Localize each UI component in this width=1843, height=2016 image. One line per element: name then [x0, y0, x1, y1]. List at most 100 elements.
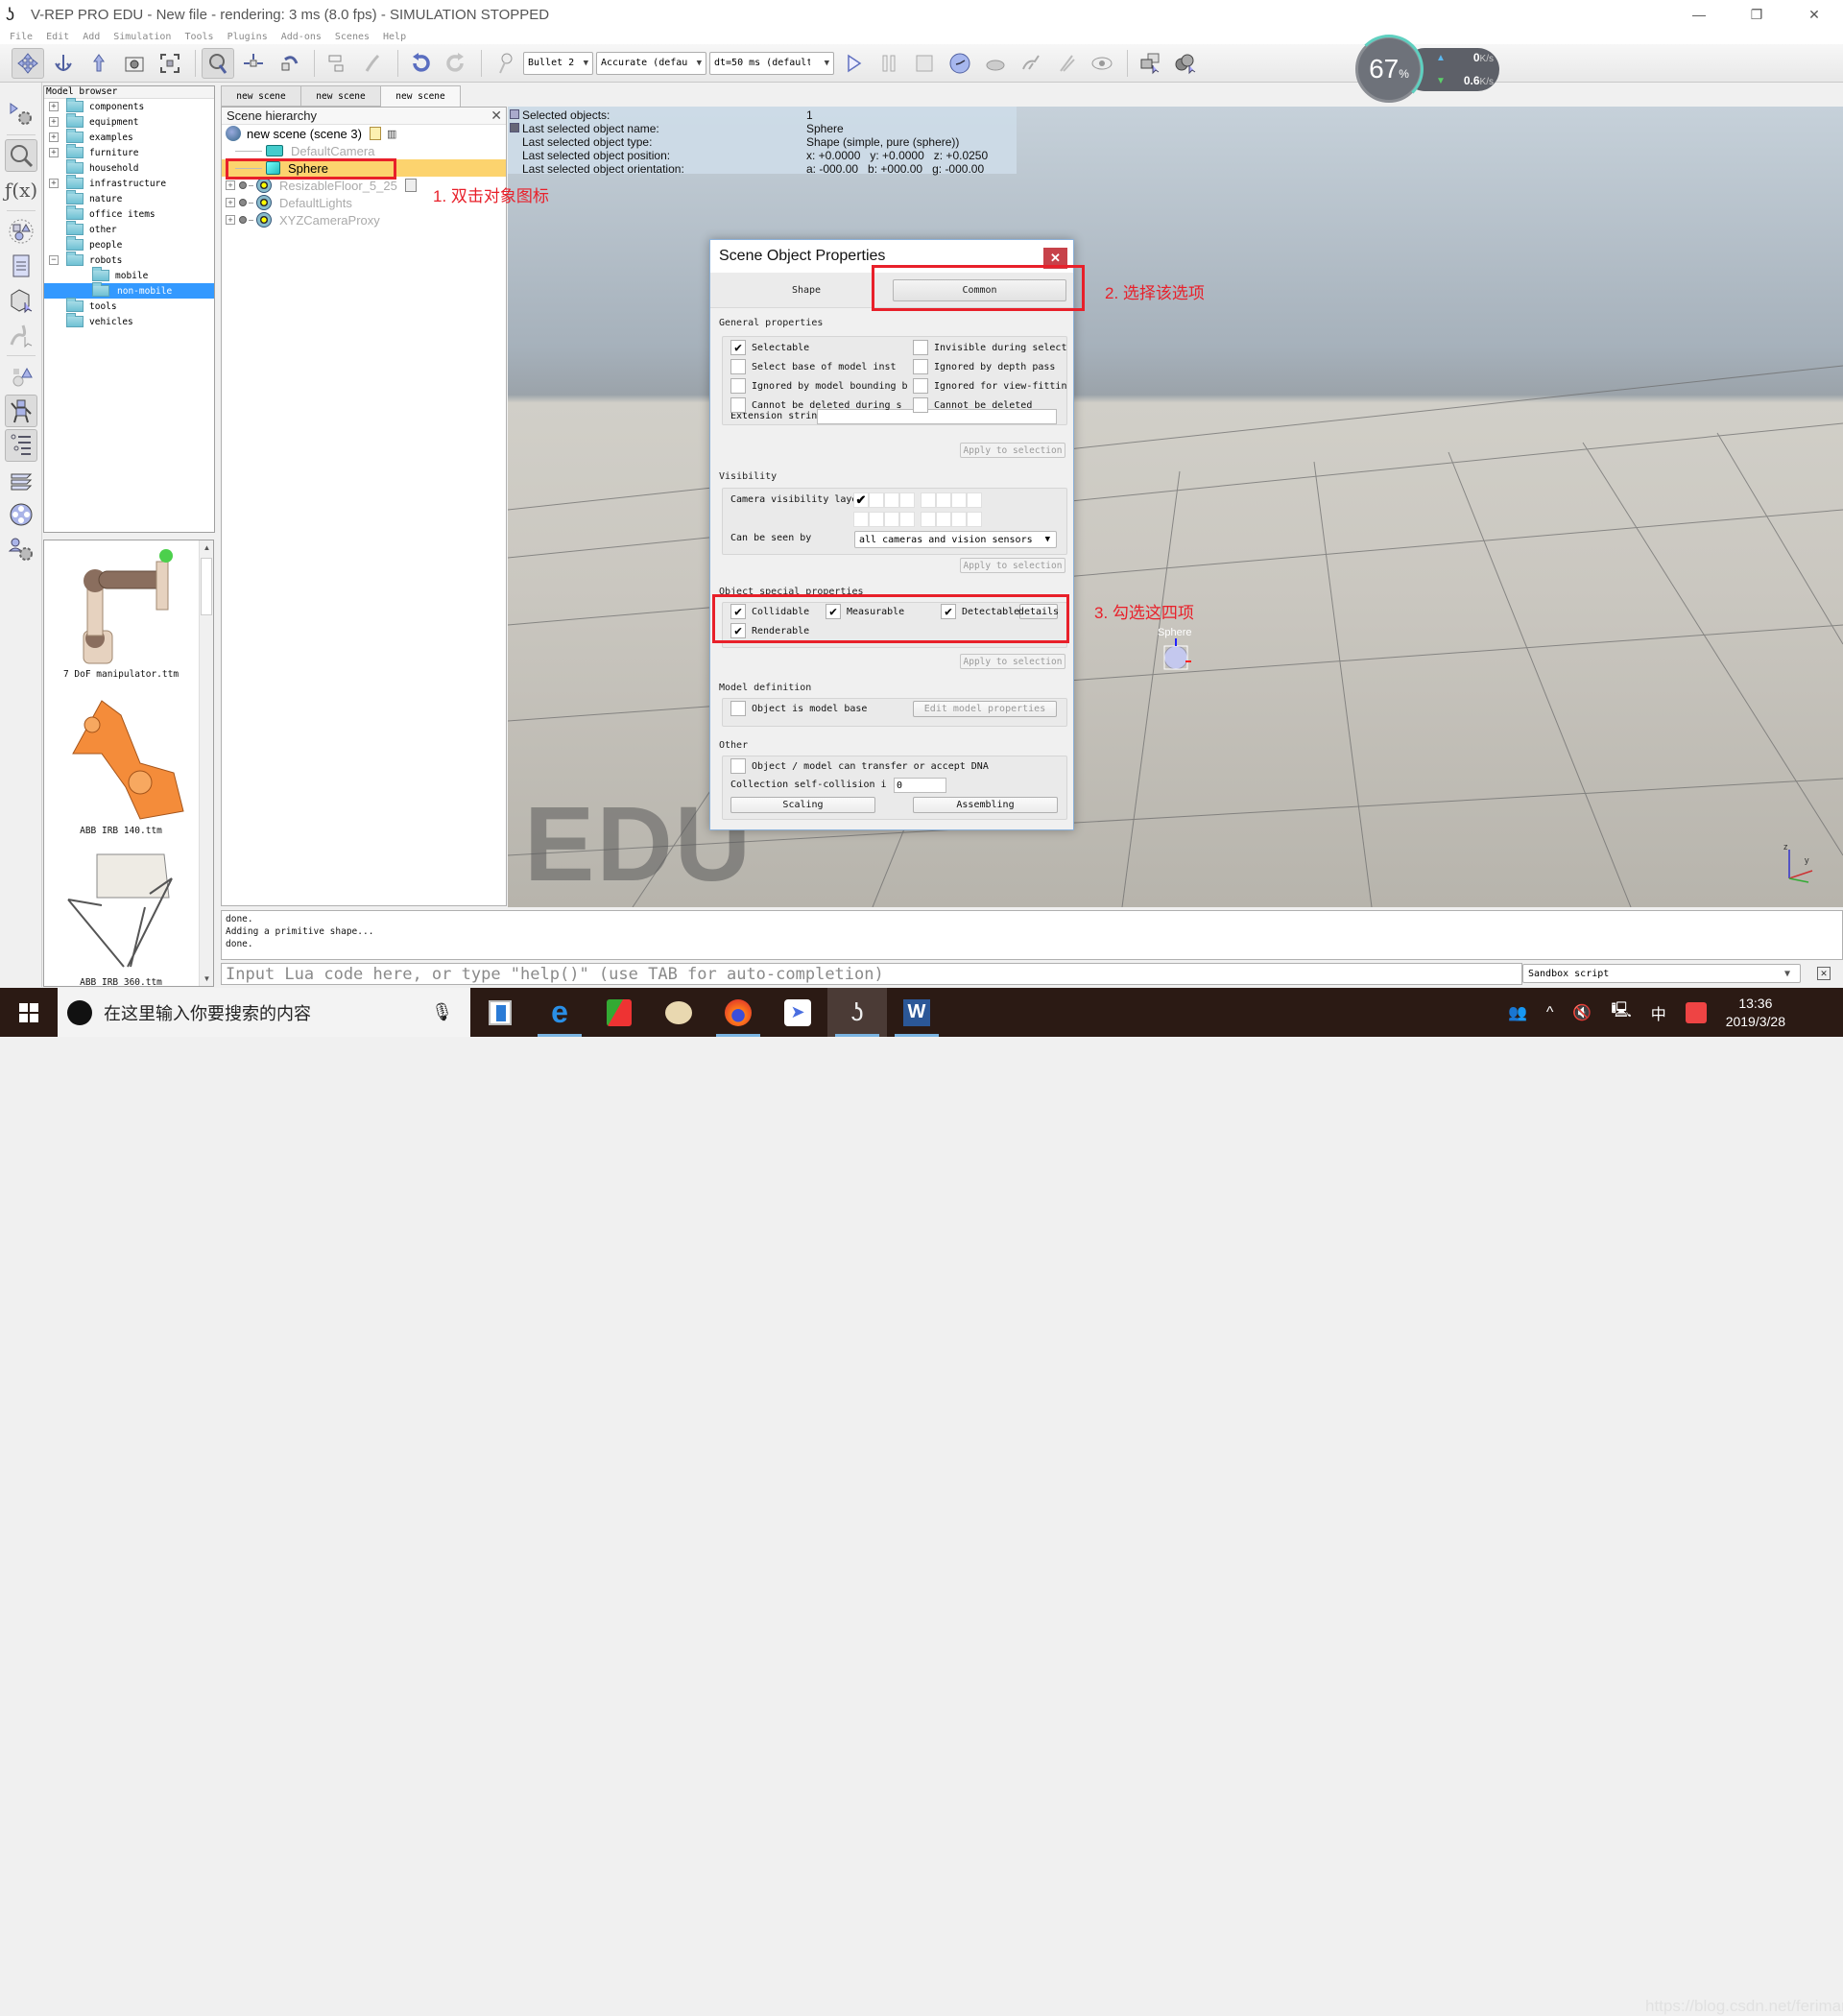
- realtime-button[interactable]: [944, 48, 976, 79]
- model-folder-tools[interactable]: tools: [44, 298, 214, 314]
- path-edit-button[interactable]: [5, 319, 37, 351]
- restore-button[interactable]: ❐: [1728, 0, 1785, 29]
- model-properties-button[interactable]: [5, 395, 37, 427]
- collapse-icon[interactable]: −: [49, 255, 59, 265]
- calculation-modules-button[interactable]: ƒ(x): [5, 174, 37, 206]
- scroll-up-arrow-icon[interactable]: ▲: [200, 540, 213, 555]
- cannot-be-deleted-during-s-checkbox[interactable]: [730, 397, 746, 413]
- ime-indicator[interactable]: 中: [1651, 1001, 1666, 1024]
- select-base-of-model-inst-row[interactable]: Select base of model inst: [730, 359, 897, 374]
- model-thumbnail[interactable]: 7 DoF manipulator.ttm: [44, 544, 198, 680]
- menu-edit[interactable]: Edit: [46, 32, 69, 42]
- menu-scenes[interactable]: Scenes: [335, 32, 370, 42]
- timestep-select[interactable]: dt=50 ms (default) ▼: [709, 51, 834, 75]
- ignored-by-model-bounding-b-row[interactable]: Ignored by model bounding b: [730, 378, 908, 394]
- invisible-during-select-checkbox[interactable]: [913, 340, 928, 355]
- scrollbar-thumb[interactable]: [201, 558, 212, 615]
- model-folder-components[interactable]: + components: [44, 98, 214, 114]
- speed-up-button[interactable]: [1015, 48, 1047, 79]
- menu-add[interactable]: Add: [83, 32, 100, 42]
- object-list-button[interactable]: [5, 429, 37, 462]
- simulation-settings-button[interactable]: [5, 98, 37, 131]
- sphere-object[interactable]: Sphere: [1157, 627, 1195, 671]
- model-folder-equipment[interactable]: + equipment: [44, 113, 214, 130]
- assemble-button[interactable]: [321, 48, 353, 79]
- camera-layer-checkbox[interactable]: [884, 512, 899, 527]
- model-folder-other[interactable]: other: [44, 221, 214, 237]
- apply-special-button[interactable]: Apply to selection: [960, 654, 1065, 669]
- camera-layer-checkbox[interactable]: [921, 512, 936, 527]
- cannot-be-deleted-checkbox[interactable]: [913, 397, 928, 413]
- hierarchy-item[interactable]: DefaultCamera: [222, 142, 506, 159]
- lua-command-input[interactable]: Input Lua code here, or type "help()" (u…: [221, 963, 1522, 985]
- accuracy-select[interactable]: Accurate (defau ▼: [596, 51, 706, 75]
- apply-general-button[interactable]: Apply to selection: [960, 443, 1065, 458]
- info-toggle-icon[interactable]: [510, 123, 519, 132]
- minimize-button[interactable]: —: [1670, 0, 1728, 29]
- taskbar-feishu[interactable]: ➤: [768, 988, 827, 1037]
- console-close-icon[interactable]: ✕: [1817, 967, 1831, 980]
- menu-simulation[interactable]: Simulation: [113, 32, 171, 42]
- scripts-button[interactable]: [5, 250, 37, 282]
- camera-shift-button[interactable]: [83, 48, 115, 79]
- close-window-button[interactable]: ✕: [1785, 0, 1843, 29]
- hierarchy-item[interactable]: + XYZCameraProxy: [222, 211, 506, 228]
- ignored-for-view-fittin-checkbox[interactable]: [913, 378, 928, 394]
- page-selector-button[interactable]: [1169, 48, 1202, 79]
- expand-icon[interactable]: +: [226, 180, 235, 190]
- menu-tools[interactable]: Tools: [184, 32, 213, 42]
- camera-layer-checkbox[interactable]: [967, 512, 982, 527]
- model-folder-examples[interactable]: + examples: [44, 129, 214, 145]
- invisible-during-select-row[interactable]: Invisible during select: [913, 340, 1066, 355]
- object-rotate-button[interactable]: [273, 48, 305, 79]
- model-folder-furniture[interactable]: + furniture: [44, 144, 214, 160]
- visualization-toggle-button[interactable]: [1086, 48, 1118, 79]
- script-context-select[interactable]: Sandbox script ▼: [1522, 964, 1801, 983]
- thread-rendering-button[interactable]: [1050, 48, 1083, 79]
- dynamics-toggle-button[interactable]: [488, 48, 520, 79]
- taskbar-search-box[interactable]: 在这里输入你要搜索的内容 🎙: [58, 988, 470, 1037]
- slow-down-button[interactable]: [979, 48, 1012, 79]
- click-select-button[interactable]: [202, 47, 234, 79]
- model-thumbnail[interactable]: ABB IRB 140.ttm: [44, 696, 198, 836]
- taskbar-edge[interactable]: e: [530, 988, 589, 1037]
- camera-layer-checkbox[interactable]: [921, 492, 936, 508]
- people-icon[interactable]: 👥: [1508, 1003, 1527, 1022]
- taskbar-firefox[interactable]: [708, 988, 768, 1037]
- pause-button[interactable]: [873, 48, 905, 79]
- apply-visibility-button[interactable]: Apply to selection: [960, 558, 1065, 573]
- redo-button[interactable]: [440, 48, 472, 79]
- cannot-be-deleted-row[interactable]: Cannot be deleted: [913, 397, 1032, 413]
- camera-angle-button[interactable]: [118, 48, 151, 79]
- expand-icon[interactable]: +: [226, 198, 235, 207]
- menu-plugins[interactable]: Plugins: [227, 32, 268, 42]
- 3d-viewport[interactable]: Selected objects: 1 Last selected object n…: [508, 107, 1843, 907]
- edit-model-properties-button[interactable]: Edit model properties: [913, 701, 1057, 717]
- camera-layer-checkbox[interactable]: ✔: [853, 492, 869, 508]
- stop-button[interactable]: [908, 48, 941, 79]
- object-shift-button[interactable]: [237, 48, 270, 79]
- volume-muted-icon[interactable]: 🔇: [1572, 1003, 1592, 1022]
- fit-to-view-button[interactable]: [154, 48, 186, 79]
- model-folder-office-items[interactable]: office items: [44, 205, 214, 222]
- camera-pan-button[interactable]: [12, 47, 44, 79]
- user-settings-button[interactable]: [5, 533, 37, 565]
- select-base-of-model-inst-checkbox[interactable]: [730, 359, 746, 374]
- model-folder-household[interactable]: household: [44, 159, 214, 176]
- can-be-seen-by-select[interactable]: all cameras and vision sensors ▼: [854, 531, 1057, 548]
- camera-layer-checkbox[interactable]: [899, 492, 915, 508]
- play-button[interactable]: [837, 48, 870, 79]
- hierarchy-root[interactable]: new scene (scene 3) ▥: [222, 125, 506, 142]
- taskbar-word[interactable]: W: [887, 988, 946, 1037]
- undo-button[interactable]: [404, 48, 437, 79]
- camera-layer-checkbox[interactable]: [884, 492, 899, 508]
- menu-help[interactable]: Help: [383, 32, 406, 42]
- taskbar-paint[interactable]: [649, 988, 708, 1037]
- expand-icon[interactable]: +: [49, 179, 59, 188]
- collections-button[interactable]: [5, 215, 37, 248]
- expand-icon[interactable]: +: [226, 215, 235, 225]
- menu-addons[interactable]: Add-ons: [281, 32, 322, 42]
- camera-layer-checkbox[interactable]: [936, 492, 951, 508]
- tab-scene-2[interactable]: new scene: [300, 85, 381, 107]
- tab-scene-3[interactable]: new scene: [380, 85, 461, 108]
